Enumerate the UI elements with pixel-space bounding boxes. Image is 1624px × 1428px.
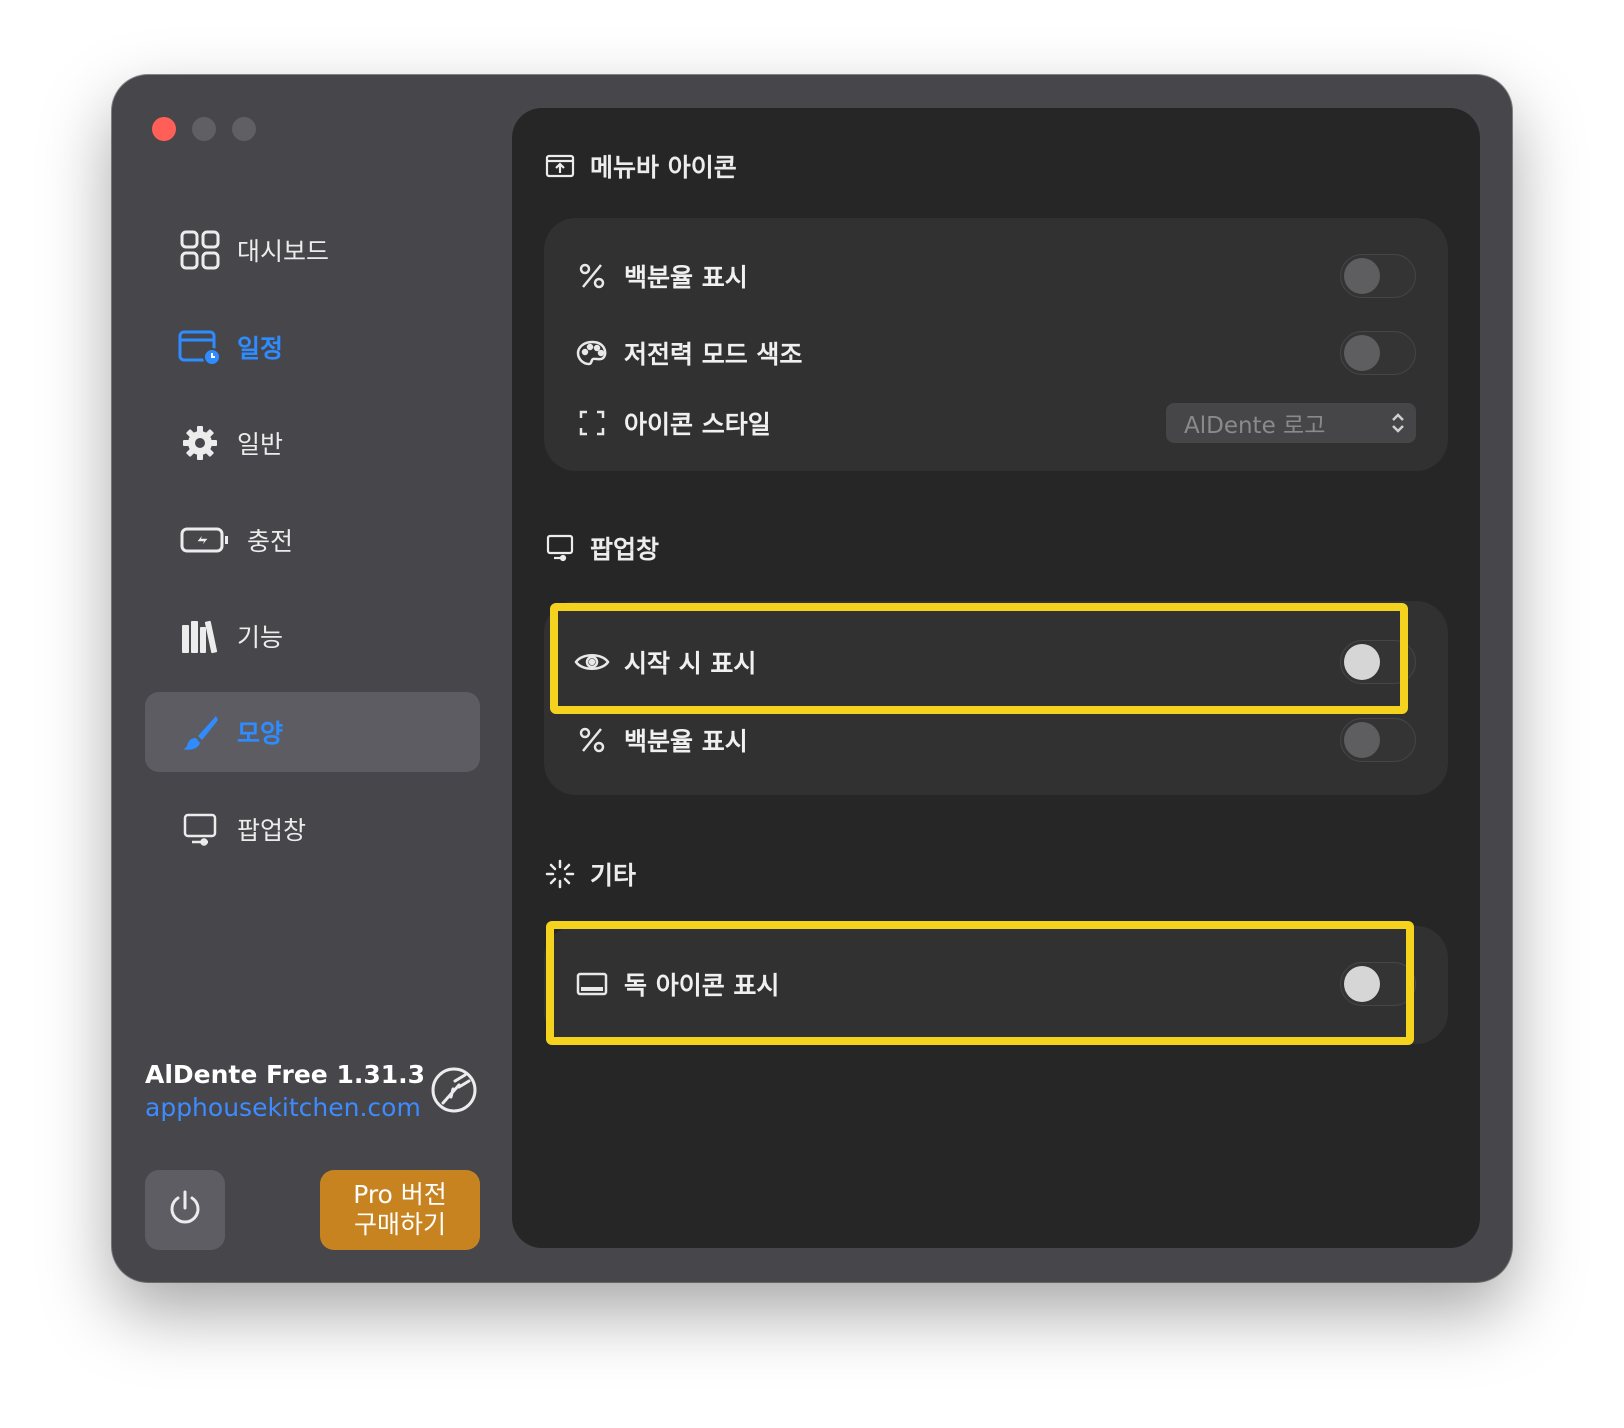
popup-percent-toggle[interactable]	[1340, 718, 1416, 762]
sidebar-item-label: 팝업창	[237, 816, 307, 845]
highlight-box	[550, 603, 1408, 714]
row-label: 백분율 표시	[624, 263, 748, 292]
display-icon	[544, 532, 576, 564]
paintbrush-icon	[177, 709, 223, 755]
dashed-square-icon	[574, 405, 610, 441]
sidebar-item-popup[interactable]: 팝업창	[145, 789, 480, 869]
power-icon	[165, 1188, 205, 1232]
percent-icon	[574, 722, 610, 758]
sidebar-item-general[interactable]: 일반	[145, 403, 480, 483]
icon-style-select[interactable]: AlDente 로고	[1166, 403, 1416, 443]
sidebar-item-appearance[interactable]: 모양	[145, 692, 480, 772]
menubar-icon	[544, 150, 576, 182]
maximize-button[interactable]	[232, 117, 256, 141]
menubar-percent-toggle[interactable]	[1340, 254, 1416, 298]
battery-charging-icon	[177, 517, 233, 563]
chevron-updown-icon	[1390, 409, 1406, 443]
sidebar-item-label: 일반	[237, 430, 284, 459]
display-icon	[177, 806, 223, 852]
menubar-card: 백분율 표시 저전력 모드 색조 아이콘 스타일 AlDente 로고	[544, 218, 1448, 471]
minimize-button[interactable]	[192, 117, 216, 141]
sidebar-item-label: 충전	[247, 527, 294, 556]
sidebar-item-schedule[interactable]: 일정	[145, 307, 480, 387]
sidebar-item-label: 일정	[237, 334, 284, 363]
popup-percent-row: 백분율 표시	[544, 705, 1448, 775]
website-link[interactable]: apphousekitchen.com	[145, 1093, 421, 1122]
close-button[interactable]	[152, 117, 176, 141]
section-title-menubar: 메뉴바 아이콘	[544, 148, 737, 184]
app-version: AlDente Free 1.31.3	[145, 1060, 426, 1089]
palette-icon	[574, 335, 610, 371]
buy-pro-line1: Pro 버전	[353, 1180, 447, 1209]
settings-panel: 메뉴바 아이콘 백분율 표시 저전력 모드 색조 아이콘 스타일 AlDente…	[512, 108, 1480, 1248]
sidebar-item-label: 기능	[237, 623, 284, 652]
sidebar-item-label: 모양	[237, 719, 284, 748]
gear-icon	[177, 420, 223, 466]
row-label: 저전력 모드 색조	[624, 340, 803, 369]
dashboard-grid-icon	[177, 227, 223, 273]
sidebar-item-dashboard[interactable]: 대시보드	[145, 210, 480, 290]
low-power-tint-toggle[interactable]	[1340, 331, 1416, 375]
section-title-other: 기타	[544, 856, 636, 892]
app-window: 대시보드 일정 일반 충전 기능 모양 팝업창 AlDente Free 1.3…	[112, 75, 1512, 1282]
aldente-logo-icon[interactable]	[429, 1065, 479, 1115]
sidebar-item-label: 대시보드	[237, 237, 330, 266]
section-title-popup: 팝업창	[544, 530, 659, 566]
menubar-percent-row: 백분율 표시	[544, 241, 1448, 311]
sidebar-item-features[interactable]: 기능	[145, 596, 480, 676]
buy-pro-line2: 구매하기	[353, 1210, 446, 1239]
calendar-clock-icon	[177, 324, 223, 370]
row-label: 백분율 표시	[624, 727, 748, 756]
sidebar-item-charging[interactable]: 충전	[145, 500, 480, 580]
buy-pro-button[interactable]: Pro 버전 구매하기	[320, 1170, 480, 1250]
books-icon	[177, 613, 223, 659]
icon-style-row: 아이콘 스타일 AlDente 로고	[544, 388, 1448, 458]
percent-icon	[574, 258, 610, 294]
row-label: 아이콘 스타일	[624, 410, 771, 439]
loading-spinner-icon	[544, 858, 576, 890]
highlight-box	[546, 921, 1414, 1045]
low-power-tint-row: 저전력 모드 색조	[544, 318, 1448, 388]
quit-button[interactable]	[145, 1170, 225, 1250]
